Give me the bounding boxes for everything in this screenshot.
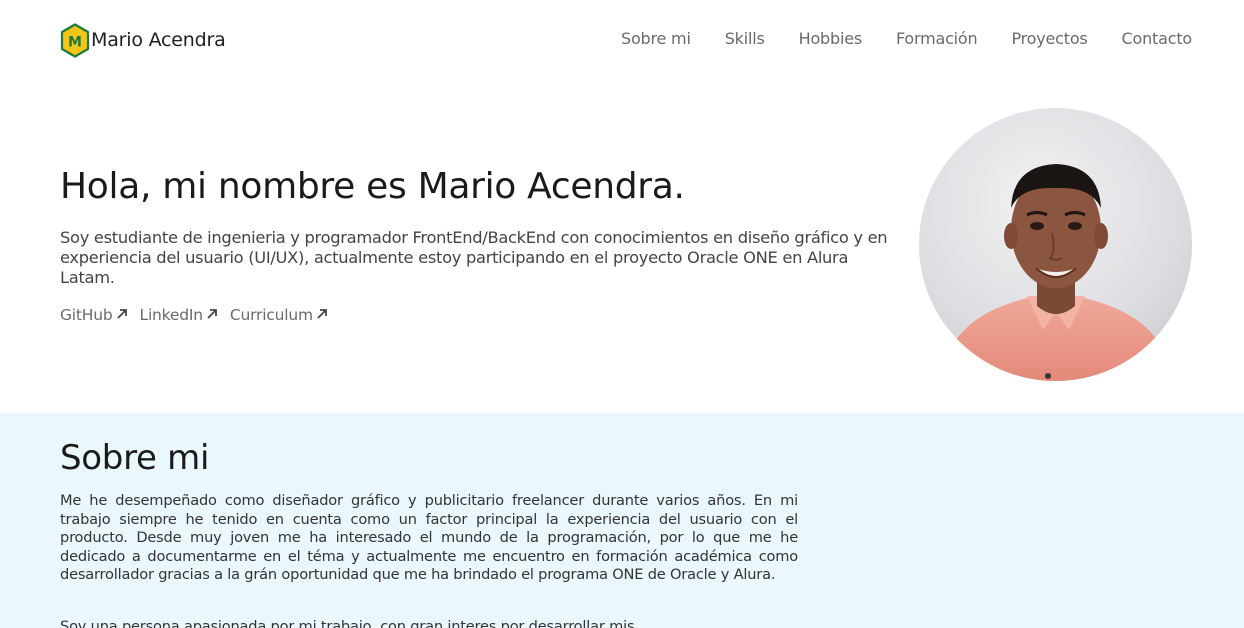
brand[interactable]: M Mario Acendra	[60, 22, 226, 58]
logo-hexagon-icon: M	[60, 22, 90, 58]
about-paragraph: Me he desempeñado como diseñador gráfico…	[60, 492, 798, 584]
hero-links: GitHub LinkedIn Curriculum	[60, 306, 340, 324]
profile-photo-illustration	[919, 108, 1192, 381]
nav-link-hobbies[interactable]: Hobbies	[799, 28, 863, 50]
hero-description: Soy estudiante de ingenieria y programad…	[60, 228, 888, 287]
about-paragraph: Soy una persona apasionada por mi trabaj…	[60, 618, 635, 628]
main-nav: Sobre mi Skills Hobbies Formación Proyec…	[621, 28, 1192, 50]
github-link[interactable]: GitHub	[60, 306, 128, 324]
linkedin-link-label: LinkedIn	[139, 306, 204, 324]
site-header: M Mario Acendra Sobre mi Skills Hobbies …	[0, 0, 1244, 80]
logo-letter: M	[68, 34, 82, 50]
arrow-up-right-icon	[317, 309, 327, 319]
nav-link-proyectos[interactable]: Proyectos	[1011, 28, 1087, 50]
nav-link-skills[interactable]: Skills	[725, 28, 765, 50]
curriculum-link[interactable]: Curriculum	[230, 306, 328, 324]
curriculum-link-label: Curriculum	[229, 306, 313, 324]
arrow-up-right-icon	[207, 309, 217, 319]
github-link-label: GitHub	[60, 306, 113, 324]
hero-title: Hola, mi nombre es Mario Acendra.	[60, 166, 685, 207]
profile-photo	[919, 108, 1192, 381]
hero-section: Hola, mi nombre es Mario Acendra. Soy es…	[0, 80, 1244, 413]
about-section: Sobre mi Me he desempeñado como diseñado…	[0, 413, 1244, 628]
nav-link-formacion[interactable]: Formación	[896, 28, 978, 50]
nav-link-contacto[interactable]: Contacto	[1122, 28, 1193, 50]
linkedin-link[interactable]: LinkedIn	[140, 306, 218, 324]
about-title: Sobre mi	[60, 438, 210, 478]
arrow-up-right-icon	[116, 309, 127, 319]
nav-link-sobre-mi[interactable]: Sobre mi	[621, 28, 691, 50]
brand-name: Mario Acendra	[91, 29, 226, 51]
